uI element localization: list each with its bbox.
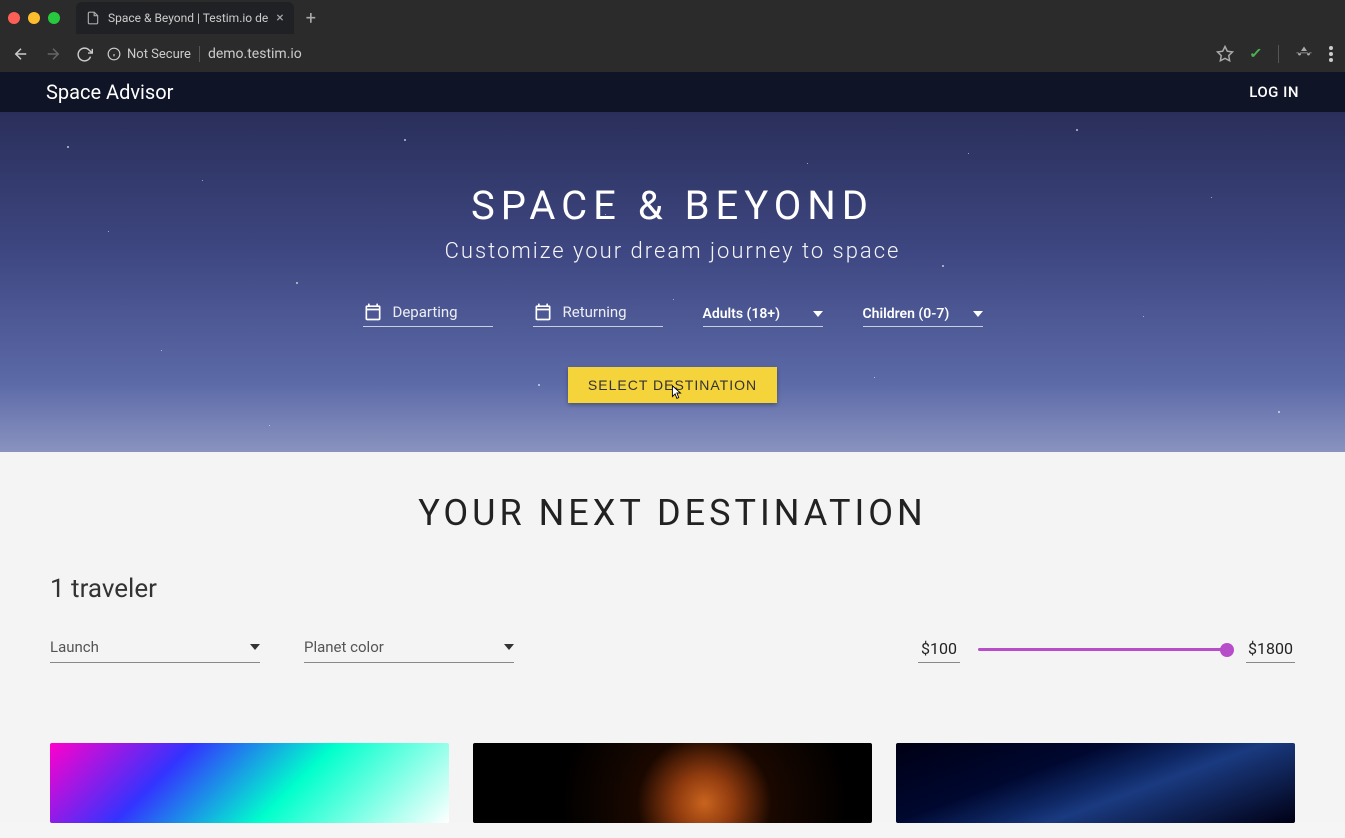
price-filter: $100 $1800 <box>918 635 1295 663</box>
back-button[interactable] <box>12 45 30 63</box>
window-controls <box>8 12 60 24</box>
close-window-icon[interactable] <box>8 12 20 24</box>
destination-card[interactable] <box>50 743 449 823</box>
divider <box>1278 45 1279 63</box>
price-slider[interactable] <box>978 648 1228 651</box>
divider <box>199 46 200 62</box>
brand-logo[interactable]: Space Advisor <box>46 80 173 104</box>
destination-card[interactable] <box>473 743 872 823</box>
incognito-icon[interactable] <box>1295 45 1313 63</box>
star-icon[interactable] <box>1216 45 1234 63</box>
forward-button[interactable] <box>44 45 62 63</box>
toolbar-right: ✓ <box>1216 45 1333 63</box>
hero-section: SPACE & BEYOND Customize your dream jour… <box>0 112 1345 452</box>
planet-color-label: Planet color <box>304 638 384 656</box>
security-label: Not Secure <box>127 47 191 62</box>
chevron-down-icon <box>504 644 514 650</box>
tab-title: Space & Beyond | Testim.io de <box>108 11 268 25</box>
extension-icon[interactable]: ✓ <box>1249 46 1263 62</box>
menu-icon[interactable] <box>1329 46 1333 62</box>
destination-cards <box>50 743 1295 823</box>
info-icon <box>107 47 121 61</box>
filters-row: Launch Planet color $100 $1800 <box>50 632 1295 663</box>
section-title: YOUR NEXT DESTINATION <box>50 492 1295 534</box>
maximize-window-icon[interactable] <box>48 12 60 24</box>
price-min[interactable]: $100 <box>918 635 960 663</box>
planet-color-select[interactable]: Planet color <box>304 632 514 663</box>
new-tab-button[interactable]: + <box>306 8 316 29</box>
chevron-down-icon <box>250 644 260 650</box>
launch-label: Launch <box>50 638 99 656</box>
launch-select[interactable]: Launch <box>50 632 260 663</box>
page-icon <box>86 11 100 25</box>
slider-thumb[interactable] <box>1220 643 1234 657</box>
stars-background <box>0 112 1345 452</box>
address-bar: Not Secure demo.testim.io ✓ <box>0 36 1345 72</box>
login-link[interactable]: LOG IN <box>1249 83 1299 101</box>
site-nav: Space Advisor LOG IN <box>0 72 1345 112</box>
browser-tab[interactable]: Space & Beyond | Testim.io de × <box>76 2 294 34</box>
url-text: demo.testim.io <box>208 46 302 62</box>
traveler-count: 1 traveler <box>50 574 1295 604</box>
url-area[interactable]: Not Secure demo.testim.io <box>107 46 1202 62</box>
minimize-window-icon[interactable] <box>28 12 40 24</box>
destination-card[interactable] <box>896 743 1295 823</box>
price-max[interactable]: $1800 <box>1246 635 1295 663</box>
hero-subtitle: Customize your dream journey to space <box>445 239 901 264</box>
content-section: YOUR NEXT DESTINATION 1 traveler Launch … <box>0 452 1345 823</box>
close-tab-icon[interactable]: × <box>276 10 283 26</box>
security-indicator[interactable]: Not Secure <box>107 47 191 62</box>
browser-chrome: Space & Beyond | Testim.io de × + Not Se… <box>0 0 1345 72</box>
reload-button[interactable] <box>76 46 93 63</box>
tab-bar: Space & Beyond | Testim.io de × + <box>0 0 1345 36</box>
